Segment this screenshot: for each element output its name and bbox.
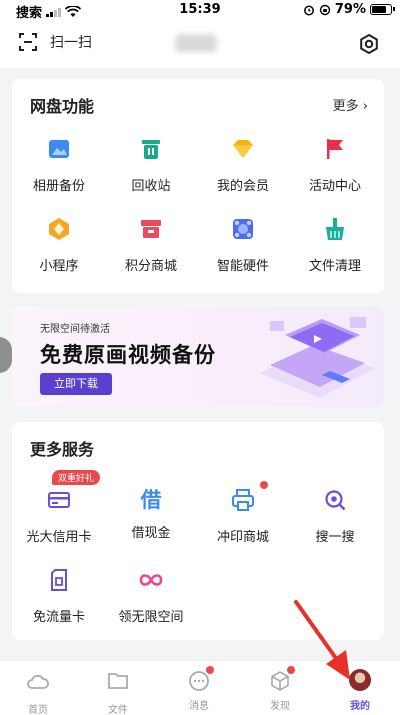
grid-item-label: 冲印商城 (216, 530, 269, 545)
red-annotation-arrow (294, 600, 350, 680)
battery-percent: 79% (334, 2, 366, 17)
sim-card-icon (51, 569, 67, 591)
hardware-icon (233, 219, 253, 239)
promo-banner[interactable]: 无限空间待激活 免费原画视频备份 立即下载 (12, 307, 384, 407)
grid-item-label: 小程序 (39, 259, 79, 274)
alarm-icon (303, 5, 314, 15)
grid-item-mini-program[interactable]: 小程序 (14, 217, 104, 274)
store-icon (141, 220, 161, 238)
tab-files[interactable]: 文件 (88, 669, 148, 715)
photo-backup-icon (49, 140, 69, 158)
grid-item-label: 活动中心 (308, 179, 361, 194)
printer-icon (232, 489, 254, 511)
recycle-bin-icon (142, 140, 160, 159)
grid-item-label: 积分商城 (124, 259, 177, 274)
cube-icon-wrap (268, 666, 295, 693)
search-icon (325, 490, 346, 511)
download-now-button[interactable]: 立即下载 (40, 373, 112, 395)
banner-subtitle: 无限空间待激活 (40, 324, 110, 335)
tab-label: 我的 (350, 701, 370, 712)
grid-item-photo-backup[interactable]: 相册备份 (14, 137, 104, 194)
more-link[interactable]: 更多 › (333, 95, 368, 114)
infinity-icon (139, 574, 163, 586)
video-backup-illustration (260, 317, 375, 398)
grid-item-points-store[interactable]: 积分商城 (106, 217, 196, 274)
grid-item-label: 智能硬件 (216, 259, 269, 274)
banner-title: 免费原画视频备份 (40, 343, 216, 367)
borrow-cash-icon: 借 (140, 488, 162, 512)
floating-side-handle[interactable] (0, 337, 12, 373)
grid-item-data-free-card[interactable]: 免流量卡 (14, 568, 104, 625)
grid-item-file-cleanup[interactable]: 文件清理 (290, 217, 380, 274)
broom-icon (326, 218, 344, 240)
grid-item-borrow-cash[interactable]: 借 借现金 (106, 488, 196, 541)
grid-item-label: 领无限空间 (118, 610, 184, 625)
grid-item-label: 免流量卡 (32, 610, 85, 625)
tab-label: 首页 (28, 705, 48, 715)
print-store-notification-dot (260, 481, 268, 489)
mini-program-icon (49, 218, 69, 240)
cloud-icon (27, 674, 49, 689)
blurred-username (175, 34, 217, 52)
grid-item-label: 相册备份 (32, 179, 85, 194)
grid-item-unlimited-space[interactable]: 领无限空间 (106, 568, 196, 625)
grid-item-credit-card[interactable]: 光大信用卡 (14, 488, 104, 545)
grid-item-label: 我的会员 (216, 179, 269, 194)
grid-item-activity-center[interactable]: 活动中心 (290, 137, 380, 194)
grid-item-label: 搜一搜 (315, 530, 355, 545)
tab-messages[interactable]: 消息 (169, 666, 229, 712)
grid-item-print-store[interactable]: 冲印商城 (198, 488, 288, 545)
settings-gear-icon[interactable] (358, 33, 380, 55)
folder-icon (108, 673, 128, 689)
grid-item-membership[interactable]: 我的会员 (198, 137, 288, 194)
messages-badge (206, 666, 214, 674)
credit-card-icon (48, 492, 70, 508)
message-icon-wrap (187, 666, 214, 693)
grid-item-search[interactable]: 搜一搜 (290, 488, 380, 545)
netdisk-title: 网盘功能 (30, 97, 95, 116)
rotation-lock-icon (319, 4, 331, 15)
tab-home[interactable]: 首页 (8, 669, 68, 715)
scan-button[interactable]: 扫一扫 (18, 32, 92, 52)
diamond-icon (233, 140, 253, 158)
scan-icon (19, 33, 37, 51)
double-gift-badge: 双重好礼 (52, 470, 101, 485)
grid-item-label: 借现金 (131, 526, 171, 541)
services-title: 更多服务 (30, 440, 95, 459)
battery-icon (370, 4, 395, 15)
scan-label: 扫一扫 (50, 35, 92, 51)
tab-label: 文件 (108, 705, 128, 715)
grid-item-recycle-bin[interactable]: 回收站 (106, 137, 196, 194)
status-right: 79% (303, 2, 395, 17)
top-header: 扫一扫 (0, 22, 400, 68)
netdisk-features-card: 网盘功能 更多 › 相册备份 回收站 我的会员 活动中心 小程序 积分商城 智能… (12, 79, 384, 293)
grid-item-label: 回收站 (131, 179, 171, 194)
grid-item-smart-hardware[interactable]: 智能硬件 (198, 217, 288, 274)
tab-label: 消息 (189, 701, 209, 712)
flag-icon (327, 139, 343, 159)
grid-item-label: 光大信用卡 (26, 530, 92, 545)
grid-item-label: 文件清理 (308, 259, 361, 274)
status-bar: 搜索 15:39 79% (0, 0, 400, 22)
tab-label: 发现 (270, 701, 290, 712)
